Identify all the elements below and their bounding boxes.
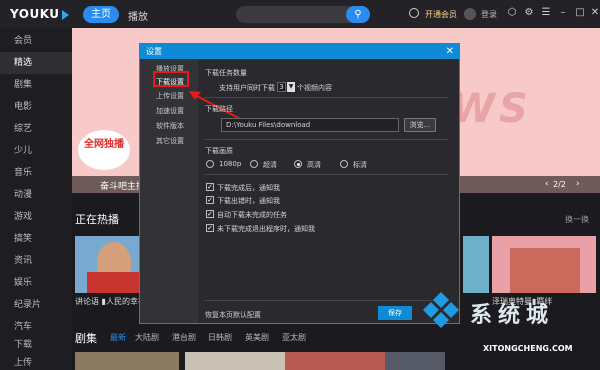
search-icon[interactable]: ⚲ xyxy=(346,6,370,23)
quality-radio-super[interactable] xyxy=(250,160,258,168)
card-thumbnail xyxy=(510,248,580,293)
sidebar-item-variety[interactable]: 综艺 xyxy=(0,118,72,140)
task-count-label: 下载任务数量 xyxy=(205,69,247,77)
tab-jp-kr[interactable]: 日韩剧 xyxy=(208,332,232,343)
path-label: 下载路径 xyxy=(205,105,233,113)
task-count-select[interactable]: 3 xyxy=(277,82,286,92)
video-card[interactable] xyxy=(185,352,289,370)
quality-option-label: 高清 xyxy=(307,161,321,169)
sidebar-item-series[interactable]: 剧集 xyxy=(0,74,72,96)
play-icon xyxy=(61,9,69,20)
sidebar-item-featured[interactable]: 精选 xyxy=(0,52,72,74)
tab-us-uk[interactable]: 英美剧 xyxy=(245,332,269,343)
notify-exit-checkbox[interactable]: ✓ xyxy=(206,224,214,232)
video-card[interactable] xyxy=(492,236,596,293)
sidebar-item-upload[interactable]: 上传 xyxy=(0,352,72,370)
gear-icon[interactable]: ⚙ xyxy=(524,8,534,18)
minimize-icon[interactable]: – xyxy=(558,8,568,18)
divider xyxy=(204,174,449,175)
task-count-suffix: 个视频内容 xyxy=(297,84,332,92)
restore-defaults-link[interactable]: 恢复本页默认配置 xyxy=(205,310,261,320)
card-thumbnail-clothes xyxy=(87,272,141,293)
vip-link[interactable]: 开通会员 xyxy=(425,9,457,20)
sidebar-item-anime[interactable]: 动漫 xyxy=(0,184,72,206)
settings-nav-other[interactable]: 其它设置 xyxy=(140,135,198,148)
skin-icon[interactable]: ⬡ xyxy=(507,8,517,18)
video-card[interactable] xyxy=(385,352,445,370)
sidebar-item-entertainment[interactable]: 娱乐 xyxy=(0,272,72,294)
history-icon[interactable] xyxy=(409,8,419,18)
video-card[interactable] xyxy=(463,236,489,293)
video-card[interactable] xyxy=(285,352,389,370)
sidebar-item-games[interactable]: 游戏 xyxy=(0,206,72,228)
exclusive-badge: 全网独播 xyxy=(78,130,130,170)
menu-icon[interactable]: ☰ xyxy=(541,8,551,18)
divider xyxy=(204,300,449,301)
notify-error-checkbox[interactable]: ✓ xyxy=(206,196,214,204)
highlight-box xyxy=(153,71,189,87)
quality-radio-standard[interactable] xyxy=(340,160,348,168)
quality-radio-high[interactable] xyxy=(294,160,302,168)
sidebar-item-news[interactable]: 资讯 xyxy=(0,250,72,272)
section-title-series: 剧集 xyxy=(75,332,97,345)
sidebar-item-documentary[interactable]: 纪录片 xyxy=(0,294,72,316)
quality-radio-1080p[interactable] xyxy=(206,160,214,168)
browse-button[interactable]: 浏览... xyxy=(404,118,436,132)
logo-text: YOUKU xyxy=(10,7,60,21)
maximize-icon[interactable]: □ xyxy=(575,8,585,18)
sidebar-item-vip[interactable]: 会员 xyxy=(0,30,72,52)
sidebar-item-funny[interactable]: 搞笑 xyxy=(0,228,72,250)
save-button[interactable]: 保存 xyxy=(378,306,412,320)
sidebar-item-kids[interactable]: 少儿 xyxy=(0,140,72,162)
quality-option-label: 1080p xyxy=(219,160,242,168)
video-card[interactable] xyxy=(75,352,179,370)
login-link[interactable]: 登录 xyxy=(481,9,497,20)
auto-resume-checkbox[interactable]: ✓ xyxy=(206,210,214,218)
checkbox-label: 下载完成后，通知我 xyxy=(217,184,280,192)
search-input[interactable]: ⚲ xyxy=(236,6,370,23)
watermark-text: 系统城 xyxy=(470,303,555,328)
checkbox-label: 未下载完成退出程序时，通知我 xyxy=(217,225,315,233)
sidebar: 会员 精选 剧集 电影 综艺 少儿 音乐 动漫 游戏 搞笑 资讯 娱乐 纪录片 … xyxy=(0,28,72,370)
notify-complete-checkbox[interactable]: ✓ xyxy=(206,183,214,191)
tab-mainland[interactable]: 大陆剧 xyxy=(135,332,159,343)
tab-asia-pacific[interactable]: 亚太剧 xyxy=(282,332,306,343)
tab-latest[interactable]: 最新 xyxy=(110,332,126,343)
divider xyxy=(204,97,449,98)
next-arrow-icon[interactable]: › xyxy=(576,179,580,189)
task-count-prefix: 支持用户同时下载 xyxy=(219,84,275,92)
nav-home-button[interactable]: 主页 xyxy=(83,6,119,23)
watermark-url: XITONGCHENG.COM xyxy=(483,344,573,353)
sidebar-item-movies[interactable]: 电影 xyxy=(0,96,72,118)
checkbox-label: 下载出错时，通知我 xyxy=(217,197,280,205)
banner-page-indicator: 2/2 xyxy=(553,180,566,189)
tab-hk-tw[interactable]: 港台剧 xyxy=(172,332,196,343)
quality-option-label: 标清 xyxy=(353,161,367,169)
divider xyxy=(204,139,449,140)
avatar[interactable] xyxy=(464,8,476,20)
card-caption[interactable]: 讲论语 ▮人民的幸福 xyxy=(75,296,146,307)
download-path-field[interactable]: D:\Youku Files\download xyxy=(221,118,399,132)
chevron-down-icon[interactable]: ▼ xyxy=(287,82,295,92)
sidebar-item-music[interactable]: 音乐 xyxy=(0,162,72,184)
youku-logo[interactable]: YOUKU xyxy=(10,7,69,21)
change-batch-link[interactable]: 换一换 xyxy=(565,214,589,225)
watermark-logo-icon xyxy=(423,292,459,328)
quality-label: 下载画质 xyxy=(205,147,233,155)
top-bar: YOUKU 主页 播放 ⚲ 开通会员 登录 ⬡ ⚙ ☰ – □ ✕ xyxy=(0,0,600,28)
quality-option-label: 超清 xyxy=(263,161,277,169)
checkbox-label: 自动下载未完成的任务 xyxy=(217,211,287,219)
section-title-hot: 正在热播 xyxy=(75,213,119,226)
prev-arrow-icon[interactable]: ‹ xyxy=(545,179,549,189)
dialog-title: 设置 xyxy=(140,44,459,59)
nav-play-button[interactable]: 播放 xyxy=(128,8,148,23)
close-icon[interactable]: ✕ xyxy=(446,44,454,59)
close-icon[interactable]: ✕ xyxy=(590,8,600,18)
